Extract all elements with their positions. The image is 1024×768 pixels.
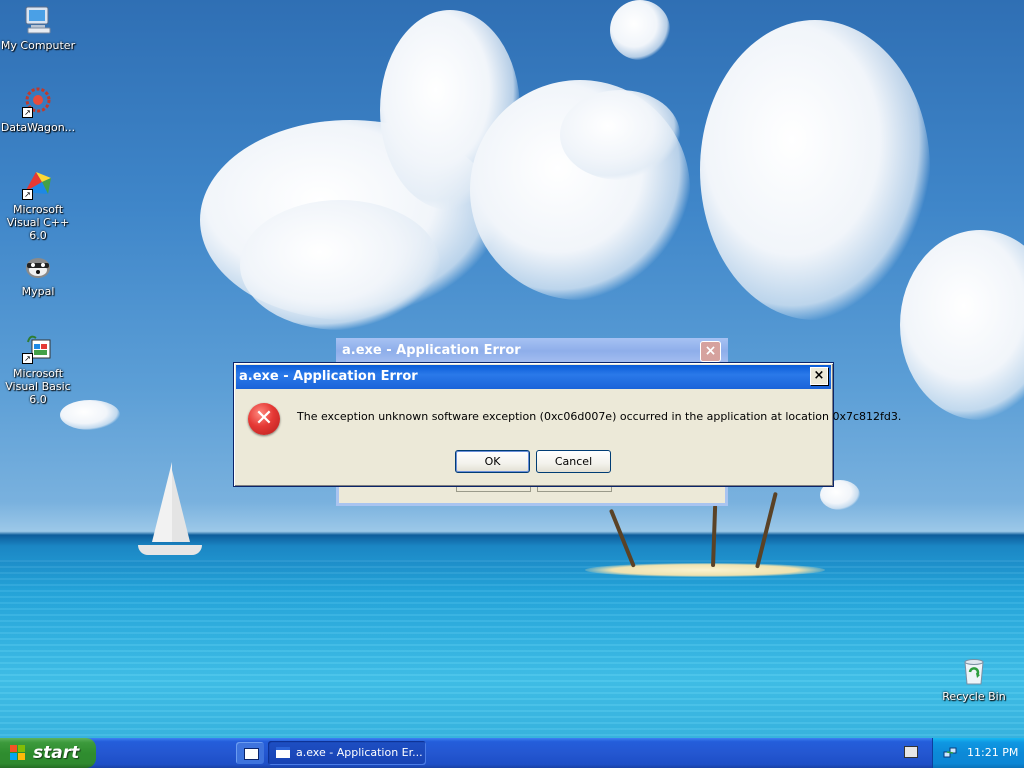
background-dialog-close-button[interactable]: × (700, 341, 721, 362)
cancel-button[interactable]: Cancel (536, 450, 611, 473)
desktop-icon-my-computer[interactable]: My Computer (0, 4, 76, 52)
system-tray: 11:21 PM (932, 738, 1024, 768)
desktop-icon-visual-cpp[interactable]: ↗ Microsoft Visual C++ 6.0 (0, 168, 76, 242)
recycle-bin-icon (958, 655, 990, 687)
mypal-icon (22, 250, 54, 282)
island (585, 563, 825, 577)
desktop-icon-label: DataWagon... (0, 121, 76, 134)
desktop-icon-datawagon[interactable]: ↗ DataWagon... (0, 86, 76, 134)
sailboat-sail (152, 462, 172, 542)
datawagon-icon: ↗ (22, 86, 54, 118)
taskbar: start a.exe - Application Er... 11:21 PM (0, 738, 1024, 768)
ok-button[interactable]: OK (455, 450, 530, 473)
desktop-icon-label: Microsoft Visual C++ 6.0 (6, 203, 70, 242)
background-dialog-titlebar[interactable]: a.exe - Application Error (336, 338, 728, 364)
computer-icon (22, 4, 54, 36)
window-icon (276, 747, 290, 758)
cloud (700, 20, 930, 320)
show-desktop-button[interactable] (236, 742, 264, 764)
desktop-icon-visual-basic[interactable]: ↗ Microsoft Visual Basic 6.0 (0, 332, 76, 406)
palm-trunk (711, 504, 718, 568)
shortcut-arrow-icon: ↗ (22, 107, 33, 118)
cloud (560, 90, 680, 180)
palm-trunk (608, 508, 636, 568)
clock[interactable]: 11:21 PM (967, 738, 1018, 768)
desktop-icon-recycle-bin[interactable]: Recycle Bin (940, 655, 1008, 703)
start-label: start (33, 743, 80, 763)
sea (0, 560, 1024, 738)
desktop-icon-label: My Computer (0, 39, 76, 52)
desktop-icon-mypal[interactable]: Mypal (0, 250, 76, 298)
dialog-title: a.exe - Application Error (239, 369, 418, 384)
palm-trunk (755, 491, 778, 569)
background-dialog-title: a.exe - Application Error (342, 343, 521, 358)
network-icon[interactable] (943, 746, 957, 760)
sailboat-sail (172, 470, 190, 542)
desktop-icon-label: Microsoft Visual Basic 6.0 (5, 367, 71, 406)
show-desktop-icon (244, 748, 259, 760)
keyboard-icon[interactable] (904, 746, 918, 758)
dialog-titlebar[interactable]: a.exe - Application Error (236, 365, 831, 389)
visual-basic-icon: ↗ (22, 332, 54, 364)
windows-logo-icon (10, 745, 26, 761)
error-dialog[interactable]: a.exe - Application Error × ✕ The except… (233, 362, 901, 487)
taskbar-item-application-error[interactable]: a.exe - Application Er... (268, 741, 426, 765)
shortcut-arrow-icon: ↗ (22, 189, 33, 200)
dialog-close-button[interactable]: × (810, 367, 828, 385)
error-message: The exception unknown software exception… (297, 410, 902, 423)
cloud (610, 0, 670, 60)
taskbar-item-label: a.exe - Application Er... (296, 746, 423, 759)
sailboat-hull (138, 545, 202, 555)
start-button[interactable]: start (0, 738, 96, 768)
cloud (240, 200, 440, 330)
shortcut-arrow-icon: ↗ (22, 353, 33, 364)
visual-cpp-icon: ↗ (22, 168, 54, 200)
cloud (900, 230, 1024, 420)
desktop-icon-label: Mypal (21, 285, 55, 298)
error-icon: ✕ (248, 403, 280, 435)
desktop-icon-label: Recycle Bin (942, 690, 1006, 703)
